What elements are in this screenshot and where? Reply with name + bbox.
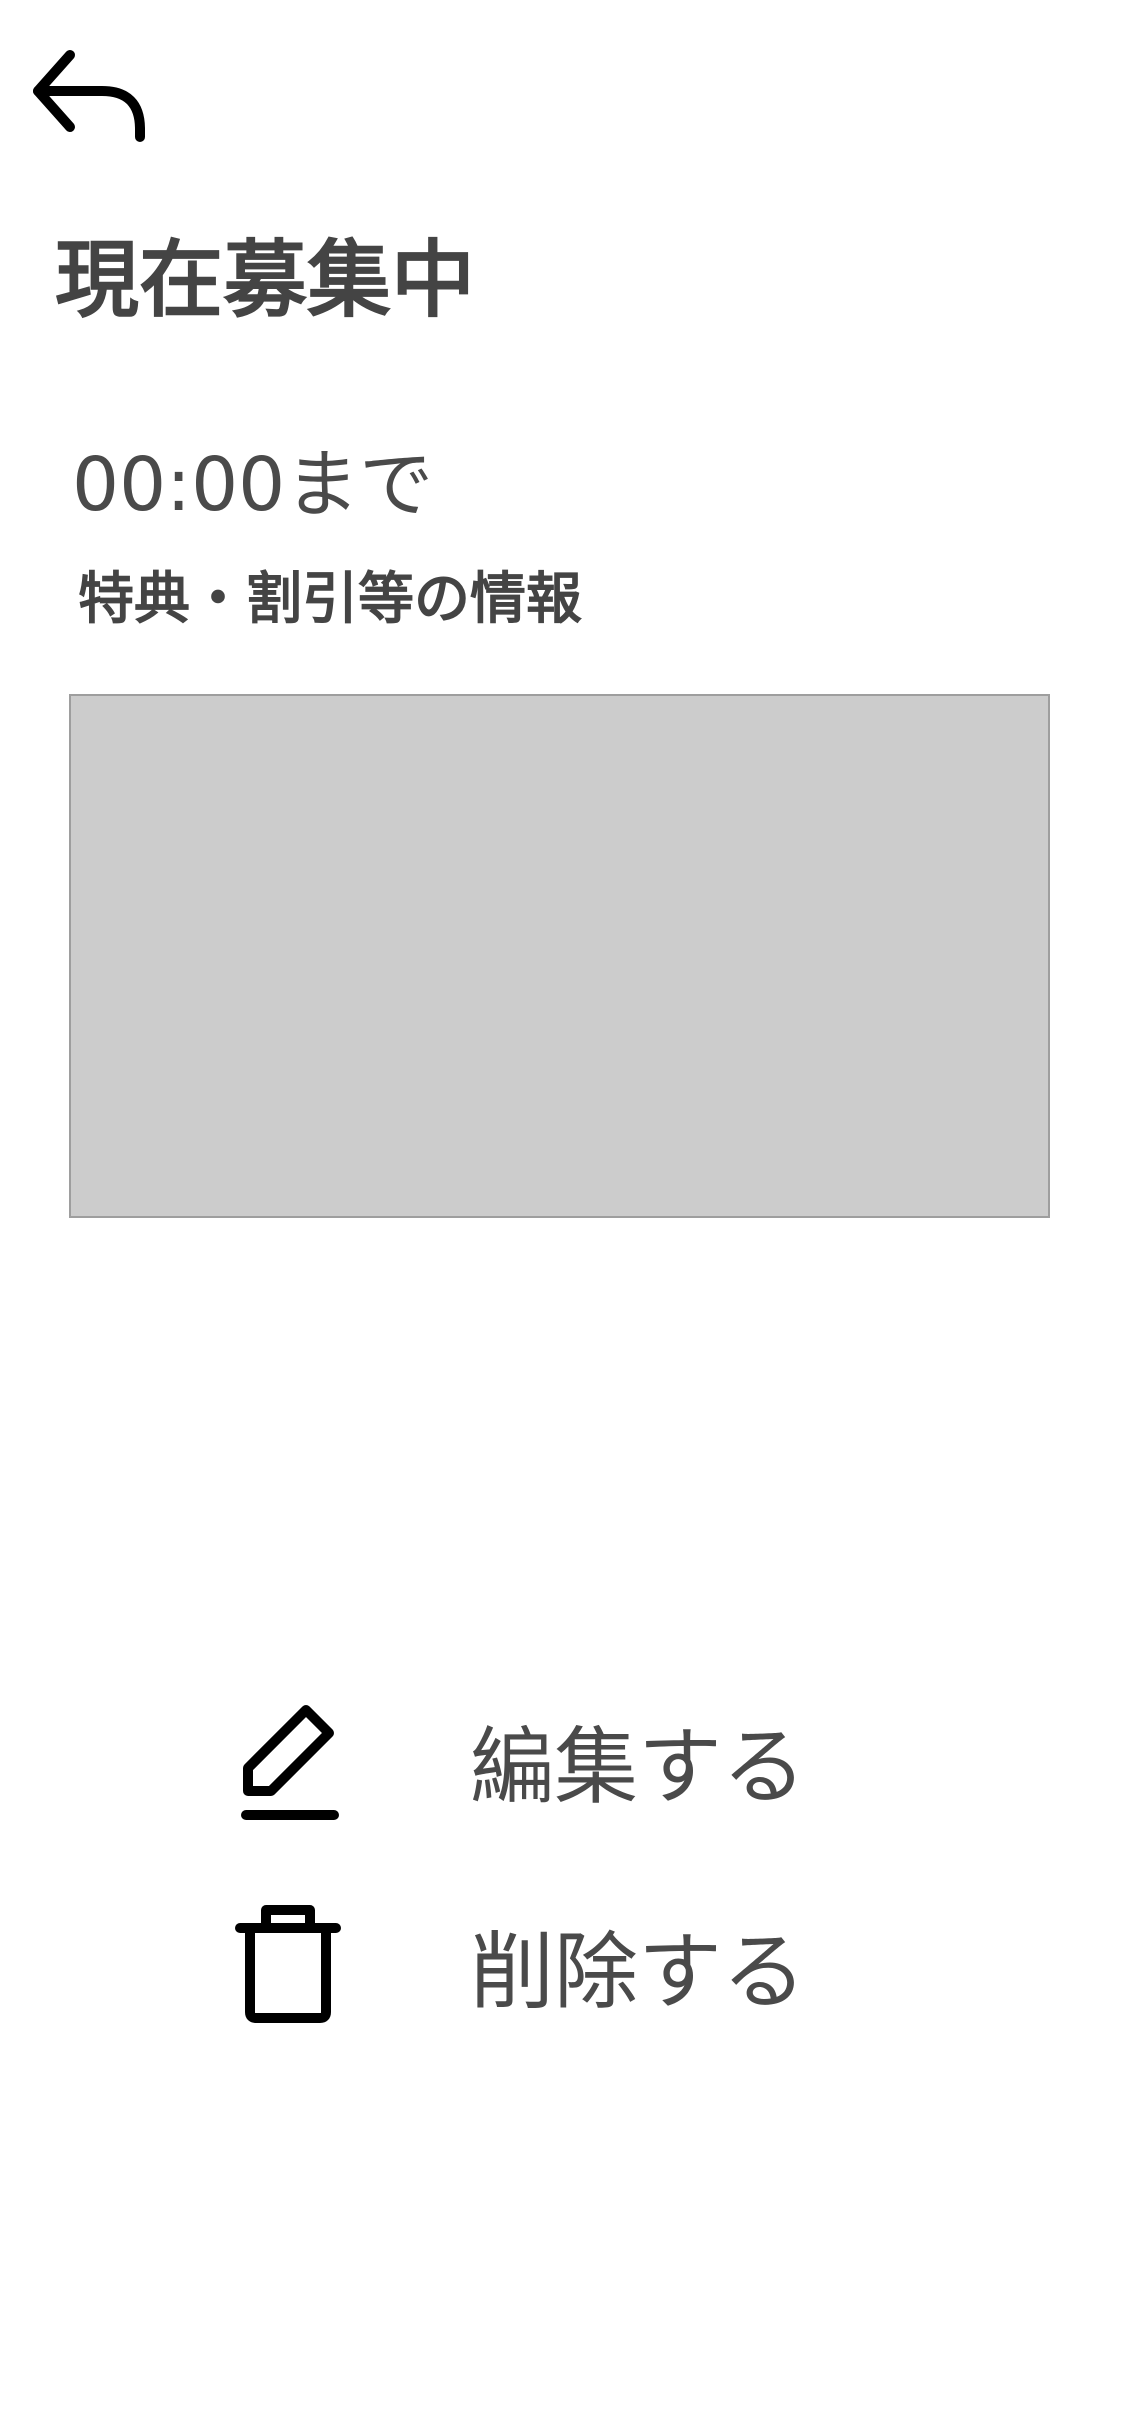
- page-title: 現在募集中: [55, 231, 476, 329]
- image-placeholder: [69, 694, 1050, 1218]
- delete-button[interactable]: 削除する: [230, 1900, 830, 2040]
- trash-icon: [230, 1900, 350, 2030]
- perk-info-label: 特典・割引等の情報: [78, 567, 582, 632]
- delete-label: 削除する: [470, 1923, 807, 2021]
- edit-label: 編集する: [470, 1718, 807, 1816]
- edit-button[interactable]: 編集する: [230, 1695, 830, 1835]
- back-button[interactable]: [30, 45, 150, 155]
- deadline-text: 00:00まで: [72, 442, 434, 528]
- pencil-icon: [230, 1695, 350, 1825]
- back-arrow-icon: [30, 45, 150, 155]
